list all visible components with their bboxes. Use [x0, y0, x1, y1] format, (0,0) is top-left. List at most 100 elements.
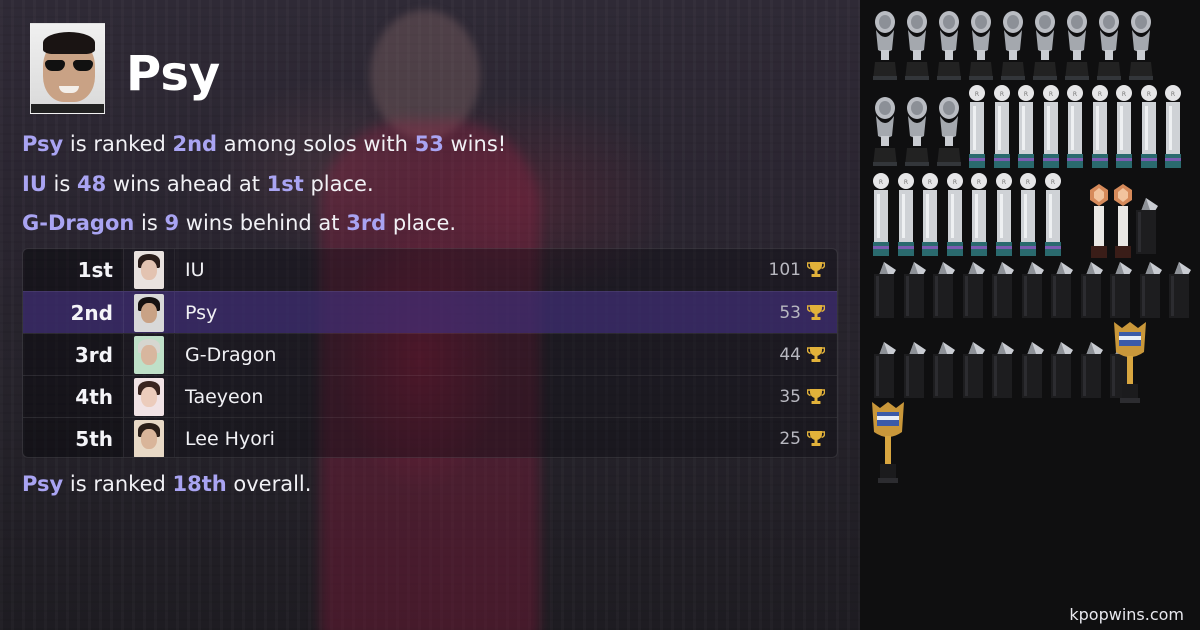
svg-text:R: R [903, 179, 907, 186]
summary-line-rank: Psy is ranked 2nd among solos with 53 wi… [22, 132, 507, 156]
summary-rank: 18th [172, 472, 227, 496]
black-crystal-award-icon [1021, 342, 1044, 398]
trophy-icon [806, 429, 826, 449]
ranking-row[interactable]: 5th Lee Hyori 25 [23, 417, 837, 457]
trophy-icon [806, 387, 826, 407]
glass-column-trophy-icon: R [1067, 85, 1083, 168]
silver-bust-trophy-icon [1001, 11, 1025, 80]
summary-line-ahead: IU is 48 wins ahead at 1st place. [22, 172, 374, 196]
wins-count: 25 [779, 428, 801, 449]
svg-text:R: R [928, 179, 932, 186]
summary-wins: 53 [414, 132, 444, 156]
trophy-icon [806, 260, 826, 280]
silver-bust-trophy-icon [969, 11, 993, 80]
ranking-row[interactable]: 1st IU 101 [23, 249, 837, 291]
trophy-icon [806, 303, 826, 323]
ranking-row[interactable]: 4th Taeyeon 35 [23, 375, 837, 417]
glass-column-trophy-icon: R [1042, 85, 1059, 168]
svg-text:R: R [1001, 179, 1005, 186]
silver-bust-trophy-icon [1097, 11, 1121, 80]
wins-count: 53 [779, 302, 801, 323]
silver-bust-trophy-icon [905, 97, 929, 166]
glass-column-trophy-icon: R [993, 85, 1010, 168]
gold-show-trophy-icon [872, 402, 904, 483]
artist-name-cell[interactable]: Psy [175, 302, 747, 324]
svg-text:R: R [1024, 91, 1028, 98]
black-crystal-award-icon [962, 262, 985, 318]
summary-line-behind: G-Dragon is 9 wins behind at 3rd place. [22, 211, 457, 235]
svg-text:R: R [1073, 91, 1077, 98]
glass-column-trophy-icon: R [1018, 85, 1034, 168]
glass-column-trophy-icon: R [971, 173, 987, 256]
summary-subject[interactable]: Psy [22, 472, 63, 496]
glass-column-trophy-icon: R [1140, 85, 1157, 168]
summary-subject[interactable]: G-Dragon [22, 211, 134, 235]
black-crystal-award-icon [992, 342, 1014, 398]
artist-name-cell[interactable]: Taeyeon [175, 386, 747, 408]
hero-panel: Psy Psy is ranked 2nd among solos with 5… [0, 0, 860, 630]
black-crystal-award-icon [1080, 342, 1103, 398]
wins-count: 44 [779, 344, 801, 365]
gold-show-trophy-icon [1114, 322, 1146, 403]
glass-column-trophy-icon: R [873, 173, 889, 256]
wins-count: 35 [779, 386, 801, 407]
black-crystal-award-icon [1110, 262, 1132, 318]
black-crystal-award-icon [1021, 262, 1044, 318]
trophy-wall: R R R R R R R R R R R R R R R R R kpopwins.com [860, 0, 1200, 630]
artist-thumbnail [134, 293, 164, 332]
svg-text:R: R [1050, 179, 1054, 186]
artist-name-cell[interactable]: G-Dragon [175, 344, 747, 366]
svg-text:R: R [1048, 91, 1052, 98]
ranking-row[interactable]: 2nd Psy 53 [23, 291, 837, 333]
rank-label: 2nd [70, 300, 113, 325]
silver-bust-trophy-icon [873, 11, 897, 80]
summary-subject[interactable]: IU [22, 172, 47, 196]
ranking-table: 1st IU 101 2nd Psy 53 3rd G-Dragon 44 4th Taeyeon 3… [22, 248, 838, 458]
svg-text:R: R [977, 179, 981, 186]
artist-name-cell[interactable]: IU [175, 259, 747, 281]
bronze-crystal-trophy-icon [1090, 184, 1108, 258]
artist-avatar [30, 23, 105, 114]
summary-diff: 9 [164, 211, 180, 235]
summary-diff: 48 [77, 172, 107, 196]
artist-thumbnail [134, 419, 164, 457]
ranking-row[interactable]: 3rd G-Dragon 44 [23, 333, 837, 375]
black-crystal-award-icon [903, 262, 926, 318]
site-url[interactable]: kpopwins.com [1069, 605, 1184, 624]
glass-column-trophy-icon: R [946, 173, 963, 256]
black-crystal-award-icon [992, 262, 1014, 318]
svg-text:R: R [952, 179, 956, 186]
glass-column-trophy-icon: R [969, 85, 985, 168]
rank-label: 1st [23, 249, 123, 291]
summary-subject[interactable]: Psy [22, 132, 63, 156]
artist-thumbnail [134, 377, 164, 416]
glass-column-trophy-icon: R [1116, 85, 1132, 168]
artist-name: Psy [126, 46, 221, 102]
glass-column-trophy-icon: R [995, 173, 1012, 256]
bronze-crystal-trophy-icon [1114, 184, 1132, 258]
artist-thumbnail [134, 335, 164, 374]
glass-column-trophy-icon: R [1165, 85, 1181, 168]
artist-thumbnail [134, 251, 164, 289]
artist-name-cell[interactable]: Lee Hyori [175, 428, 747, 450]
silver-bust-trophy-icon [937, 97, 961, 166]
summary-rank: 2nd [172, 132, 218, 156]
black-crystal-award-icon [962, 342, 985, 398]
svg-text:R: R [879, 179, 883, 186]
black-crystal-award-icon [874, 262, 896, 318]
black-crystal-award-icon [1051, 262, 1073, 318]
silver-bust-trophy-icon [1033, 11, 1057, 80]
svg-text:R: R [1097, 91, 1101, 98]
glass-column-trophy-icon: R [1020, 173, 1036, 256]
svg-text:R: R [999, 91, 1003, 98]
silver-bust-trophy-icon [1129, 11, 1153, 80]
black-crystal-award-icon [1051, 342, 1073, 398]
trophy-icon [806, 345, 826, 365]
summary-line-overall: Psy is ranked 18th overall. [22, 472, 312, 496]
black-crystal-award-icon [1169, 262, 1191, 318]
rank-label: 5th [23, 418, 123, 457]
rank-label: 4th [23, 376, 123, 417]
glass-column-trophy-icon: R [1044, 173, 1061, 256]
glass-column-trophy-icon: R [897, 173, 914, 256]
black-crystal-award-icon [874, 342, 896, 398]
